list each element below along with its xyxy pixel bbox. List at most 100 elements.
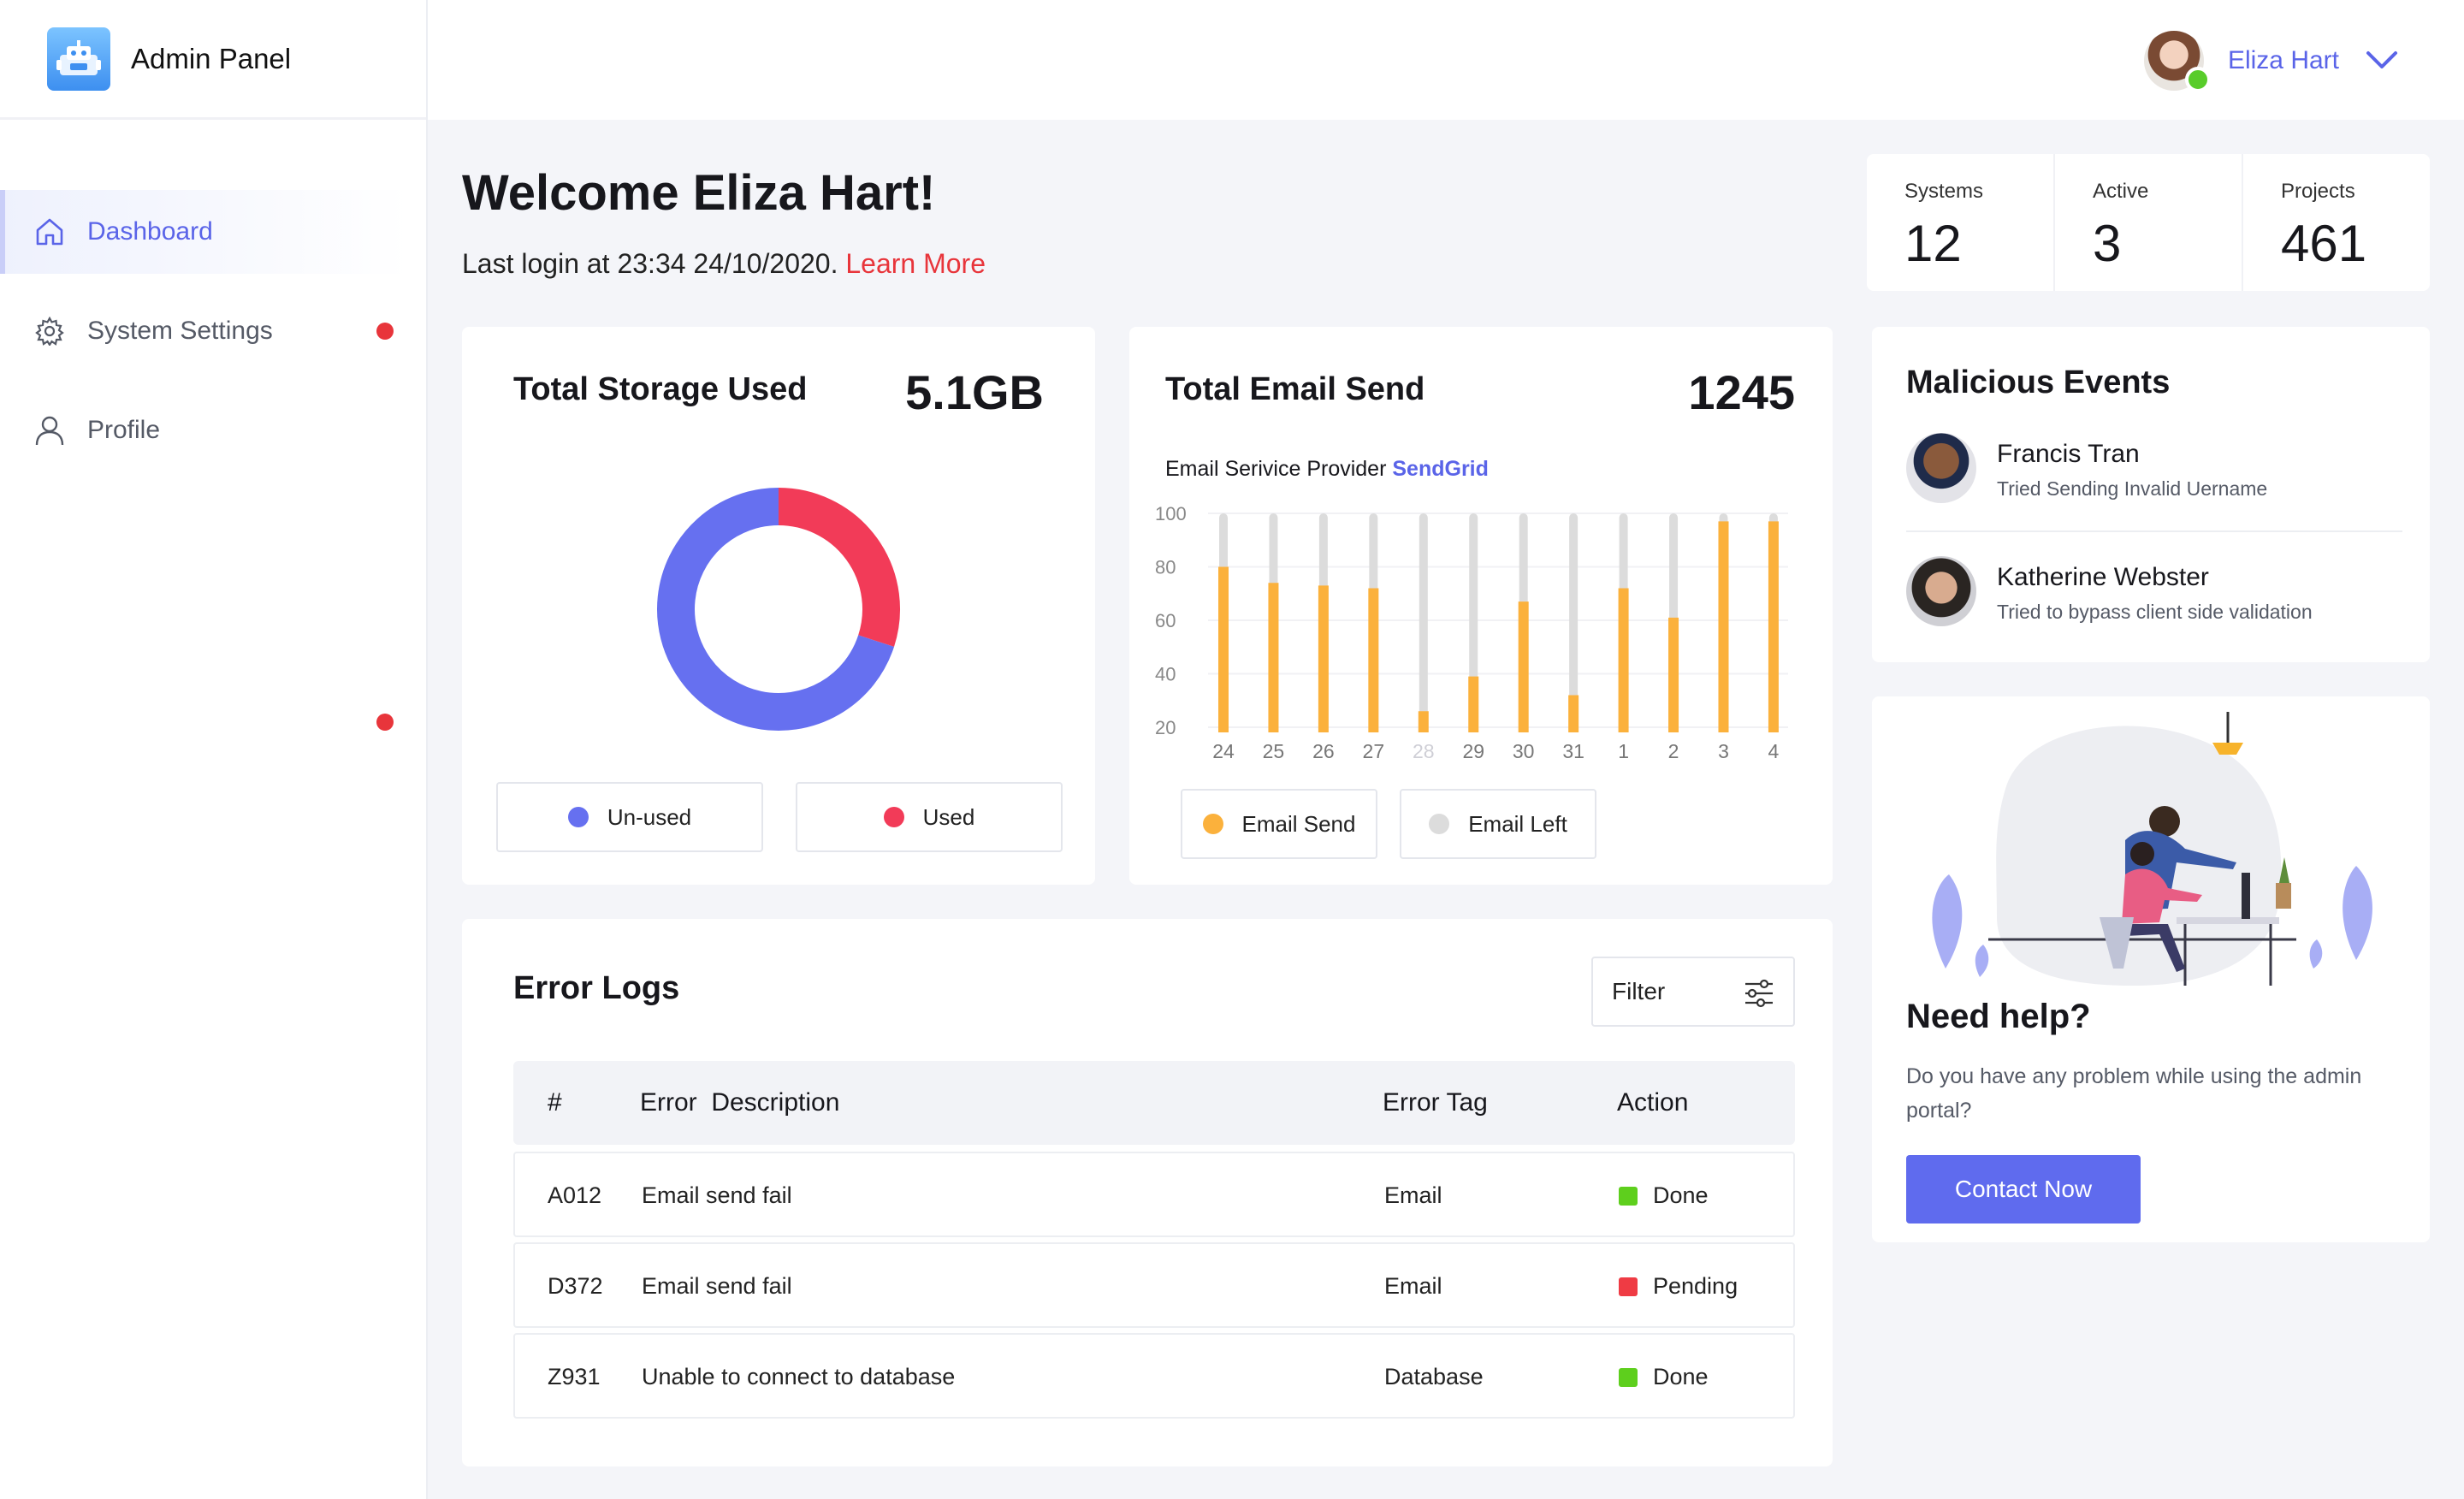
legend-label: Used <box>922 803 975 830</box>
event-user-name: Katherine Webster <box>1997 563 2209 591</box>
legend-email-send[interactable]: Email Send <box>1181 789 1377 859</box>
error-tag: Email <box>1384 1273 1442 1299</box>
provider-name: SendGrid <box>1392 457 1489 481</box>
user-icon <box>33 413 67 447</box>
stats-card: Systems 12 Active 3 Projects 461 <box>1867 154 2430 291</box>
table-row[interactable]: Z931 Unable to connect to database Datab… <box>513 1333 1795 1419</box>
last-login-text: Last login at 23:34 24/10/2020. Learn Mo… <box>462 248 986 280</box>
brand: Admin Panel <box>0 0 426 120</box>
column-header-description: Error Description <box>640 1088 840 1117</box>
sidebar-item-profile[interactable]: Profile <box>0 388 426 472</box>
sidebar-item-system-settings[interactable]: System Settings <box>0 289 426 373</box>
x-tick-label: 27 <box>1363 740 1385 762</box>
online-status-indicator <box>2184 67 2211 92</box>
malicious-events-card: Malicious Events Francis Tran Tried Send… <box>1872 327 2430 662</box>
email-provider: Email Serivice Provider SendGrid <box>1165 457 1489 482</box>
table-row[interactable]: A012 Email send fail Email Done <box>513 1152 1795 1237</box>
storage-title: Total Storage Used <box>513 371 808 407</box>
x-tick-label: 2 <box>1668 740 1679 762</box>
y-tick-label: 20 <box>1155 717 1176 738</box>
app-title: Admin Panel <box>131 42 292 74</box>
legend-dot <box>1202 814 1223 834</box>
status-indicator <box>1619 1187 1638 1206</box>
status-badge: Done <box>1619 1364 1709 1390</box>
stat-value: 461 <box>2281 215 2367 272</box>
user-menu[interactable]: Eliza Hart <box>2143 31 2399 92</box>
filter-button[interactable]: Filter <box>1591 957 1795 1027</box>
help-title: Need help? <box>1906 998 2091 1035</box>
bar-email-send <box>1218 566 1229 732</box>
error-logs-card: Error Logs Filter # Error Description Er… <box>462 919 1833 1466</box>
contact-now-button[interactable]: Contact Now <box>1906 1155 2141 1223</box>
status-label: Done <box>1653 1364 1709 1389</box>
sidebar-item-dashboard[interactable]: Dashboard <box>0 190 409 274</box>
table-row[interactable]: D372 Email send fail Email Pending <box>513 1242 1795 1328</box>
event-description: Tried to bypass client side validation <box>1997 601 2313 623</box>
storage-donut-chart <box>657 488 900 731</box>
last-login-label: Last login at 23:34 24/10/2020. <box>462 248 838 279</box>
error-id: A012 <box>548 1182 602 1208</box>
stat-label: Projects <box>2281 180 2355 203</box>
event-description: Tried Sending Invalid Uername <box>1997 477 2268 500</box>
sidebar-item-label: Profile <box>87 416 161 444</box>
status-label: Done <box>1653 1182 1709 1208</box>
error-description: Email send fail <box>642 1273 792 1299</box>
email-value: 1245 <box>1688 365 1795 419</box>
error-tag: Database <box>1384 1364 1484 1389</box>
stat-value: 12 <box>1904 215 1962 272</box>
topbar: Eliza Hart <box>428 0 2464 120</box>
bar-email-send <box>1468 676 1479 732</box>
bar-email-send <box>1418 711 1429 732</box>
page-title: Welcome Eliza Hart! <box>462 165 936 221</box>
legend-dot <box>883 807 904 827</box>
error-description: Email send fail <box>642 1182 792 1208</box>
event-item[interactable]: Katherine Webster Tried to bypass client… <box>1906 556 2402 659</box>
x-tick-label: 31 <box>1562 740 1584 762</box>
legend-dot <box>1429 814 1450 834</box>
status-badge: Pending <box>1619 1273 1738 1300</box>
legend-email-left[interactable]: Email Left <box>1400 789 1596 859</box>
legend-label: Email Left <box>1468 810 1567 837</box>
bar-email-send <box>1368 588 1379 732</box>
email-card: Total Email Send 1245 Email Serivice Pro… <box>1129 327 1833 885</box>
y-tick-label: 40 <box>1155 664 1176 685</box>
sidebar-item-label: System Settings <box>87 317 273 345</box>
x-tick-label: 28 <box>1413 740 1435 762</box>
column-header-action: Action <box>1617 1088 1689 1117</box>
table-header: # Error Description Error Tag Action <box>513 1061 1795 1145</box>
x-tick-label: 3 <box>1718 740 1729 762</box>
chevron-down-icon <box>2366 51 2397 68</box>
stat-active: Active 3 <box>2055 154 2243 291</box>
bar-email-send <box>1668 617 1679 732</box>
bar-email-left <box>1419 513 1428 727</box>
sidebar-nav: Dashboard System Settings Profile <box>0 190 426 472</box>
error-tag: Email <box>1384 1182 1442 1208</box>
legend-dot <box>567 807 589 827</box>
stat-label: Active <box>2093 180 2149 203</box>
sidebar-item-label: Dashboard <box>87 217 213 246</box>
status-label: Pending <box>1653 1273 1738 1299</box>
x-tick-label: 1 <box>1618 740 1629 762</box>
event-item[interactable]: Francis Tran Tried Sending Invalid Uerna… <box>1906 433 2402 536</box>
notification-dot <box>376 323 394 340</box>
error-id: Z931 <box>548 1364 601 1389</box>
divider <box>1906 530 2402 532</box>
email-bar-chart: 100 80 60 40 20 24 25 26 27 28 29 30 31 1 2 3 4 <box>1155 503 1788 762</box>
status-badge: Done <box>1619 1182 1709 1209</box>
avatar <box>2143 31 2211 92</box>
error-id: D372 <box>548 1273 603 1299</box>
help-card: Need help? Do you have any problem while… <box>1872 696 2430 1242</box>
stat-projects: Projects 461 <box>2243 154 2430 291</box>
stat-label: Systems <box>1904 180 1984 203</box>
help-illustration <box>1932 712 2372 986</box>
legend-unused[interactable]: Un-used <box>496 782 763 852</box>
learn-more-link[interactable]: Learn More <box>845 248 986 279</box>
avatar <box>1906 433 1976 503</box>
malicious-events-title: Malicious Events <box>1906 364 2171 400</box>
legend-label: Un-used <box>607 803 692 830</box>
bar-email-send <box>1268 583 1279 732</box>
x-tick-label: 30 <box>1513 740 1535 762</box>
filter-label: Filter <box>1612 978 1666 1004</box>
stat-systems: Systems 12 <box>1867 154 2055 291</box>
legend-used[interactable]: Used <box>796 782 1063 852</box>
